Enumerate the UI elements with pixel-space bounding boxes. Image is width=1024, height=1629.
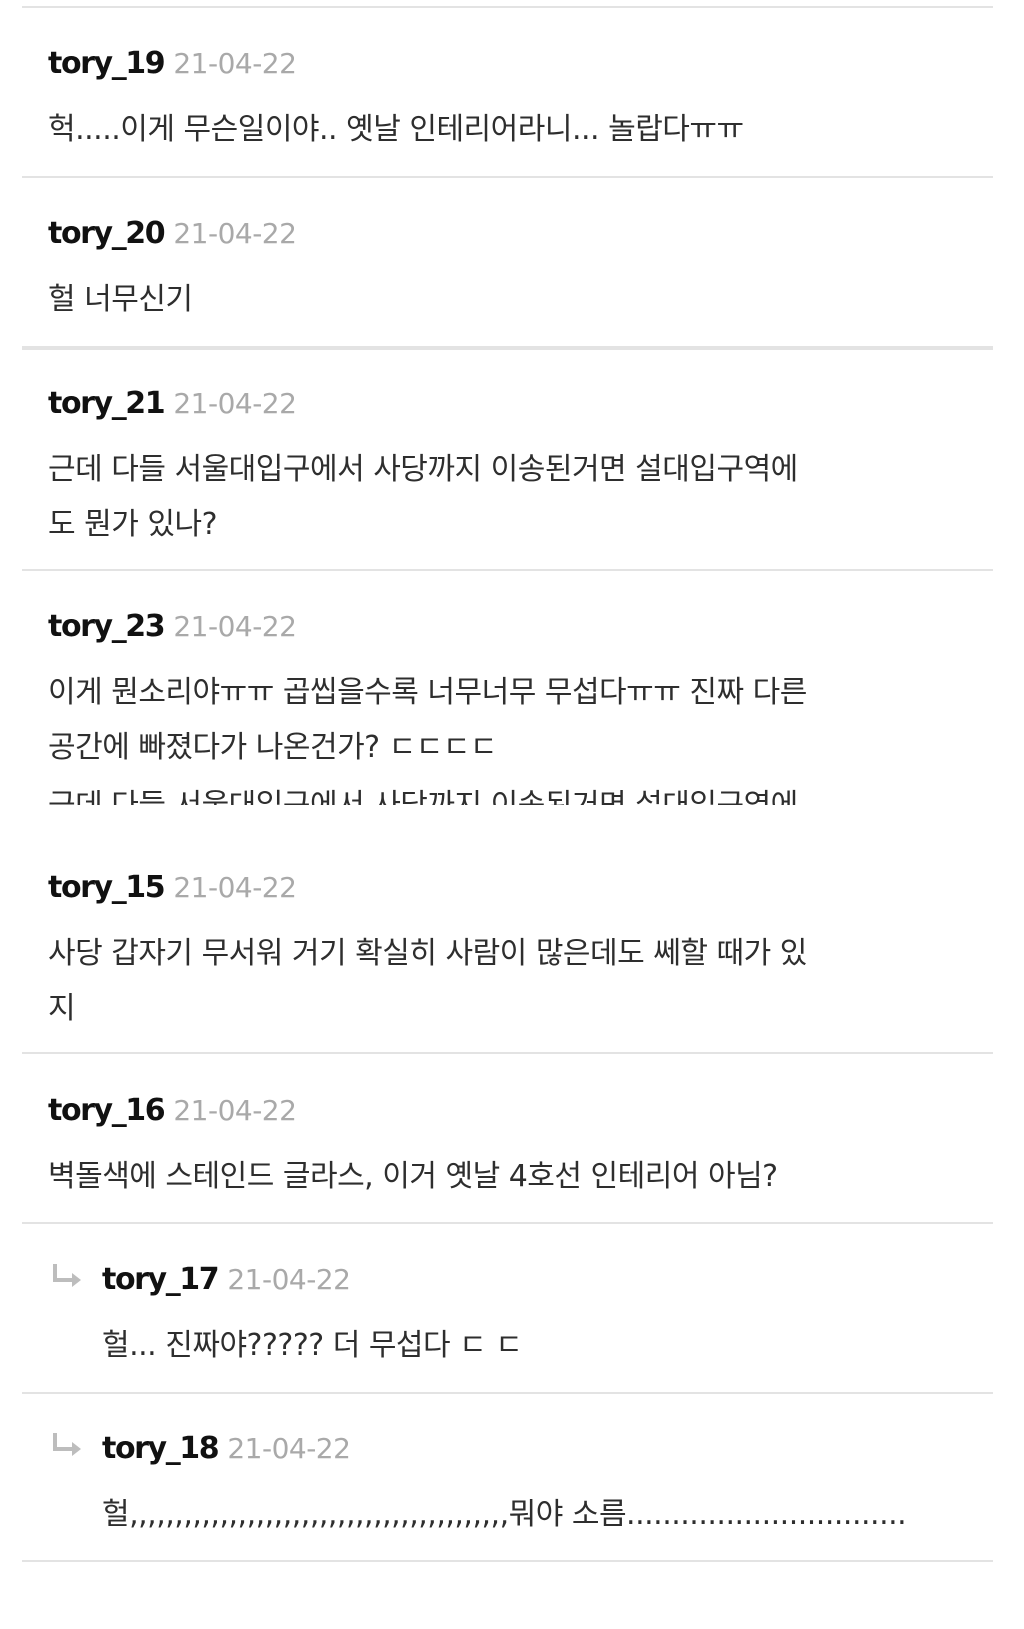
comment-line: 헉.....이게 무슨일이야.. 옛날 인테리어라니... 놀랍다ㅠㅠ <box>48 112 744 147</box>
comment-divider <box>22 176 993 178</box>
comment-line: 지 <box>48 991 76 1026</box>
comment-divider <box>22 569 993 571</box>
comment-text: 헐 너무신기 <box>48 272 968 327</box>
comment-line: 헐 너무신기 <box>48 282 193 317</box>
comment-divider <box>22 1052 993 1054</box>
reply-arrow-icon <box>53 1264 81 1287</box>
comment-username[interactable]: tory_18 <box>102 1431 220 1466</box>
comment-username[interactable]: tory_15 <box>48 870 166 905</box>
reply-item: tory_18 21-04-22 헐,,,,,,,,,,,,,,,,,,,,,,… <box>50 1431 970 1542</box>
comment-username[interactable]: tory_17 <box>102 1262 220 1297</box>
comment-username[interactable]: tory_16 <box>48 1093 166 1128</box>
comment-item: tory_19 21-04-22 헉.....이게 무슨일이야.. 옛날 인테리… <box>48 46 968 157</box>
clipped-comment-line: 근데 다들 서울대입구에서 사당까지 이송된거면 설대입구역에 <box>48 778 988 805</box>
comment-text: 이게 뭔소리야ㅠㅠ 곱씹을수록 너무너무 무섭다ㅠㅠ 진짜 다른 공간에 빠졌다… <box>48 665 968 775</box>
comment-divider <box>22 1392 993 1394</box>
comment-divider <box>22 6 993 8</box>
comment-date: 21-04-22 <box>173 47 297 80</box>
comment-meta: tory_21 21-04-22 <box>48 386 968 426</box>
comment-meta: tory_15 21-04-22 <box>48 870 968 910</box>
comment-meta: tory_17 21-04-22 <box>50 1262 970 1302</box>
comment-date: 21-04-22 <box>173 610 297 643</box>
comment-text: 헐... 진짜야????? 더 무섭다 ㄷ ㄷ <box>50 1318 970 1373</box>
comment-line: 이게 뭔소리야ㅠㅠ 곱씹을수록 너무너무 무섭다ㅠㅠ 진짜 다른 <box>48 675 807 710</box>
comment-meta: tory_20 21-04-22 <box>48 216 968 256</box>
comment-date: 21-04-22 <box>227 1432 351 1465</box>
comment-date: 21-04-22 <box>227 1263 351 1296</box>
comment-meta: tory_19 21-04-22 <box>48 46 968 86</box>
comment-text: 근데 다들 서울대입구에서 사당까지 이송된거면 설대입구역에 도 뭔가 있나? <box>48 442 968 552</box>
reply-item: tory_17 21-04-22 헐... 진짜야????? 더 무섭다 ㄷ ㄷ <box>50 1262 970 1373</box>
comment-date: 21-04-22 <box>173 1094 297 1127</box>
comment-text: 사당 갑자기 무서워 거기 확실히 사람이 많은데도 쎄할 때가 있 지 <box>48 926 968 1036</box>
comment-line: 공간에 빠졌다가 나온건가? ㄷㄷㄷㄷ <box>48 730 498 765</box>
comment-line: 도 뭔가 있나? <box>48 507 218 542</box>
comment-date: 21-04-22 <box>173 871 297 904</box>
comment-date: 21-04-22 <box>173 217 297 250</box>
comment-item: tory_16 21-04-22 벽돌색에 스테인드 글라스, 이거 옛날 4호… <box>48 1093 968 1204</box>
comment-list: tory_19 21-04-22 헉.....이게 무슨일이야.. 옛날 인테리… <box>0 0 1024 1629</box>
comment-line: 근데 다들 서울대입구에서 사당까지 이송된거면 설대입구역에 <box>48 452 798 487</box>
reply-arrow-icon <box>53 1433 81 1456</box>
comment-item: tory_21 21-04-22 근데 다들 서울대입구에서 사당까지 이송된거… <box>48 386 968 552</box>
comment-line: 사당 갑자기 무서워 거기 확실히 사람이 많은데도 쎄할 때가 있 <box>48 936 807 971</box>
comment-line: 근데 다들 서울대입구에서 사당까지 이송된거면 설대입구역에 <box>48 778 988 805</box>
comment-item: tory_23 21-04-22 이게 뭔소리야ㅠㅠ 곱씹을수록 너무너무 무섭… <box>48 609 968 775</box>
comment-text: 벽돌색에 스테인드 글라스, 이거 옛날 4호선 인테리어 아님? <box>48 1149 968 1204</box>
comment-text: 헐,,,,,,,,,,,,,,,,,,,,,,,,,,,,,,,,,,,,,,,… <box>50 1487 970 1542</box>
comment-meta: tory_16 21-04-22 <box>48 1093 968 1133</box>
comment-meta: tory_23 21-04-22 <box>48 609 968 649</box>
comment-item: tory_15 21-04-22 사당 갑자기 무서워 거기 확실히 사람이 많… <box>48 870 968 1036</box>
comment-divider <box>22 1222 993 1224</box>
comment-item: tory_20 21-04-22 헐 너무신기 <box>48 216 968 327</box>
comment-username[interactable]: tory_23 <box>48 609 166 644</box>
comment-text: 헉.....이게 무슨일이야.. 옛날 인테리어라니... 놀랍다ㅠㅠ <box>48 102 968 157</box>
comment-meta: tory_18 21-04-22 <box>50 1431 970 1471</box>
comment-username[interactable]: tory_19 <box>48 46 166 81</box>
comment-username[interactable]: tory_20 <box>48 216 166 251</box>
comment-line: 벽돌색에 스테인드 글라스, 이거 옛날 4호선 인테리어 아님? <box>48 1159 778 1194</box>
comment-line: 헐... 진짜야????? 더 무섭다 ㄷ ㄷ <box>102 1328 523 1363</box>
comment-divider <box>22 346 993 350</box>
comment-line: 헐,,,,,,,,,,,,,,,,,,,,,,,,,,,,,,,,,,,,,,,… <box>102 1497 907 1532</box>
comment-username[interactable]: tory_21 <box>48 386 166 421</box>
comment-divider <box>22 1560 993 1562</box>
comment-date: 21-04-22 <box>173 387 297 420</box>
